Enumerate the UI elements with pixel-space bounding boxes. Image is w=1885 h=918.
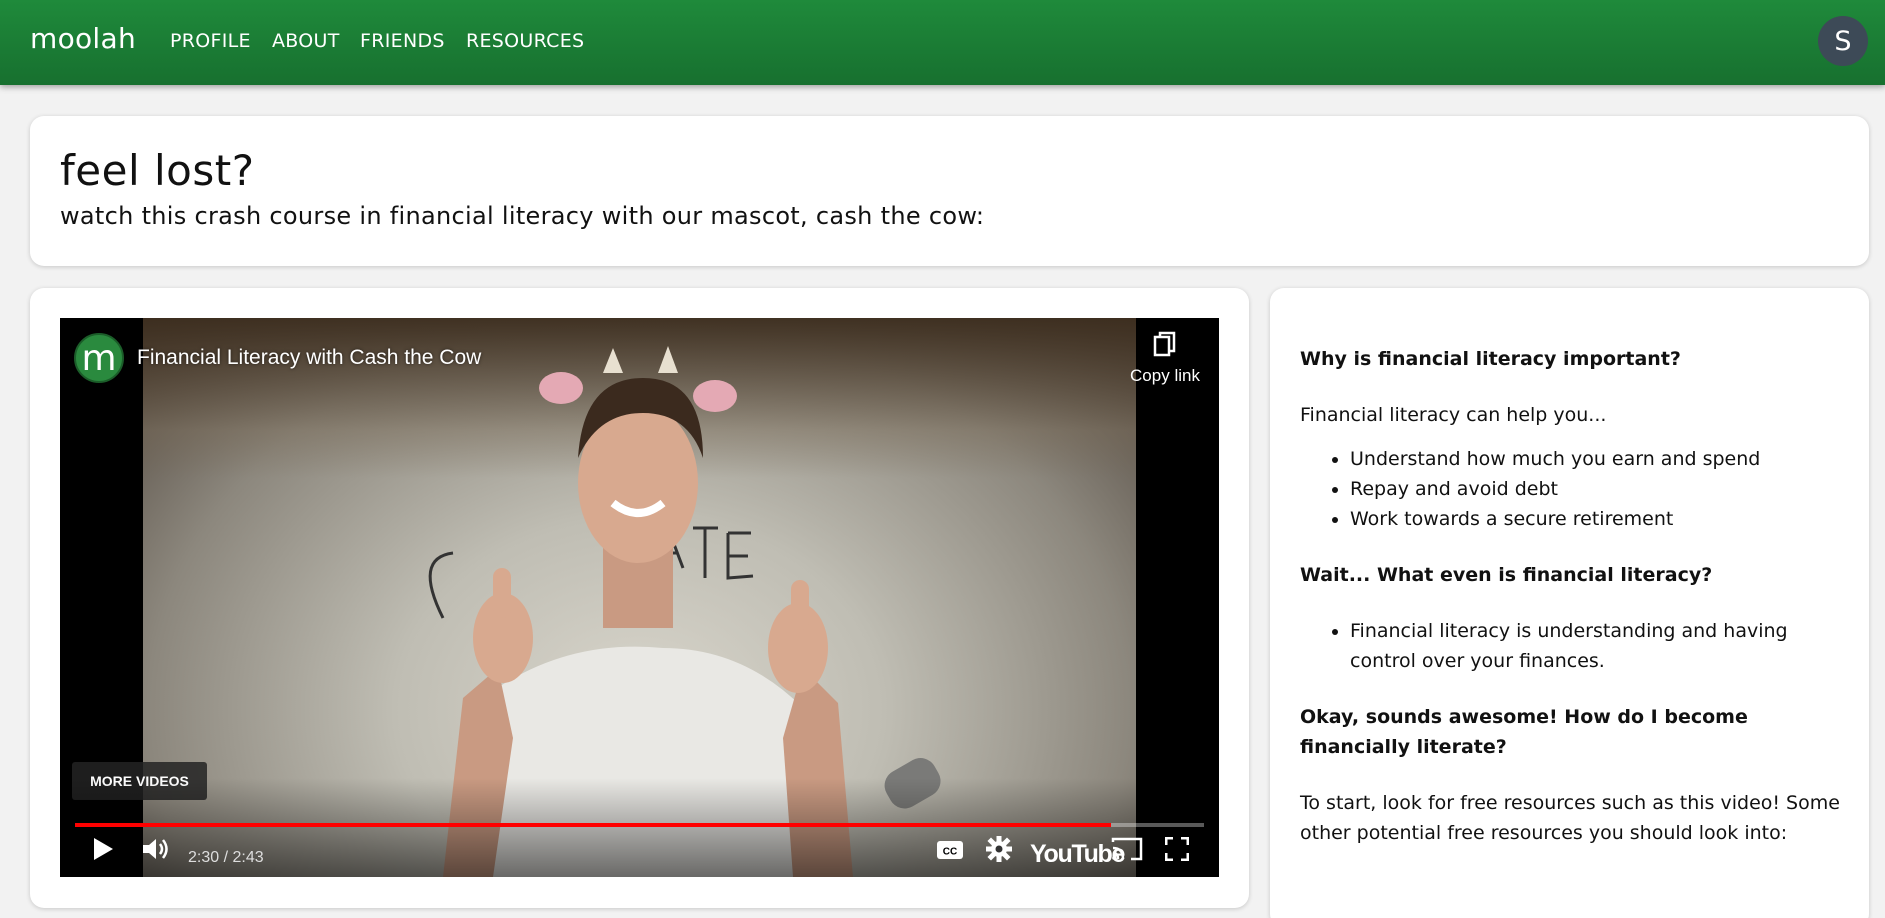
hero-card: feel lost? watch this crash course in fi…	[30, 116, 1869, 266]
faq-card: Why is financial literacy important? Fin…	[1270, 288, 1869, 918]
faq-question: Wait... What even is financial literacy?	[1300, 564, 1713, 586]
channel-logo[interactable]: m	[74, 333, 124, 383]
cast-icon	[1111, 836, 1143, 866]
settings-button[interactable]	[984, 835, 1014, 866]
nav-link-friends[interactable]: FRIENDS	[360, 30, 445, 52]
copy-icon	[1152, 331, 1178, 364]
faq-question: Okay, sounds awesome! How do I become fi…	[1300, 706, 1748, 758]
volume-icon	[141, 836, 171, 866]
list-item: Financial literacy is understanding and …	[1350, 616, 1845, 676]
progress-bar[interactable]	[75, 823, 1204, 827]
copy-link-label: Copy link	[1130, 366, 1200, 385]
play-icon	[92, 837, 114, 865]
video-card: m Financial Literacy with Cash the Cow C…	[30, 288, 1249, 908]
svg-text:CC: CC	[943, 847, 957, 858]
faq-paragraph: To start, look for free resources such a…	[1300, 792, 1840, 844]
user-avatar[interactable]: S	[1818, 16, 1868, 66]
nav-link-about[interactable]: ABOUT	[272, 30, 340, 52]
list-item: Understand how much you earn and spend	[1350, 444, 1845, 474]
faq-list: Understand how much you earn and spend R…	[1350, 444, 1845, 534]
volume-button[interactable]	[140, 836, 172, 866]
list-item: Repay and avoid debt	[1350, 474, 1845, 504]
video-title[interactable]: Financial Literacy with Cash the Cow	[137, 346, 481, 370]
copy-link-button[interactable]: Copy link	[1120, 330, 1210, 386]
fullscreen-icon	[1164, 836, 1190, 865]
captions-button[interactable]: CC	[934, 838, 966, 866]
fullscreen-button[interactable]	[1162, 836, 1192, 866]
progress-fill	[75, 823, 1112, 827]
cast-button[interactable]	[1110, 836, 1144, 866]
top-navbar: moolah PROFILE ABOUT FRIENDS RESOURCES S	[0, 0, 1885, 85]
faq-content: Why is financial literacy important? Fin…	[1300, 344, 1845, 862]
faq-list: Financial literacy is understanding and …	[1350, 616, 1845, 676]
time-display: 2:30 / 2:43	[188, 849, 264, 866]
nav-link-profile[interactable]: PROFILE	[170, 30, 251, 52]
faq-question: Why is financial literacy important?	[1300, 348, 1681, 370]
faq-paragraph: Financial literacy can help you...	[1300, 404, 1607, 426]
cc-icon: CC	[936, 839, 964, 865]
settings-icon	[985, 835, 1013, 866]
list-item: Work towards a secure retirement	[1350, 504, 1845, 534]
page-subtitle: watch this crash course in financial lit…	[60, 202, 985, 230]
page-title: feel lost?	[60, 146, 255, 195]
video-player[interactable]: m Financial Literacy with Cash the Cow C…	[60, 318, 1219, 877]
play-button[interactable]	[88, 836, 118, 866]
nav-link-resources[interactable]: RESOURCES	[466, 30, 584, 52]
brand-logo[interactable]: moolah	[30, 22, 136, 55]
